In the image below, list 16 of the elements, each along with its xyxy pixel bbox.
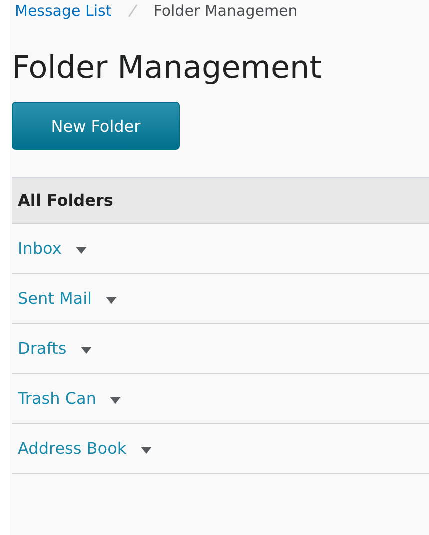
caret-icon[interactable] [80,347,92,354]
caret-icon[interactable] [110,397,122,404]
caret-icon[interactable] [106,297,117,304]
table-header: All Folders [12,178,429,224]
breadcrumb-link[interactable]: Message List [15,2,112,20]
caret-icon[interactable] [140,447,152,454]
new-folder-button[interactable]: New Folder [12,102,180,150]
caret-icon[interactable] [76,247,87,254]
separator-icon [126,4,140,18]
folder-link[interactable]: Trash Can [18,389,96,408]
folder-link[interactable]: Address Book [18,439,127,458]
folder-link[interactable]: Drafts [18,339,67,358]
breadcrumb-current: Folder Managemen [154,2,298,20]
folder-link[interactable]: Inbox [18,239,62,258]
page-title: Folder Management [12,49,323,88]
folder-link[interactable]: Sent Mail [18,289,92,308]
